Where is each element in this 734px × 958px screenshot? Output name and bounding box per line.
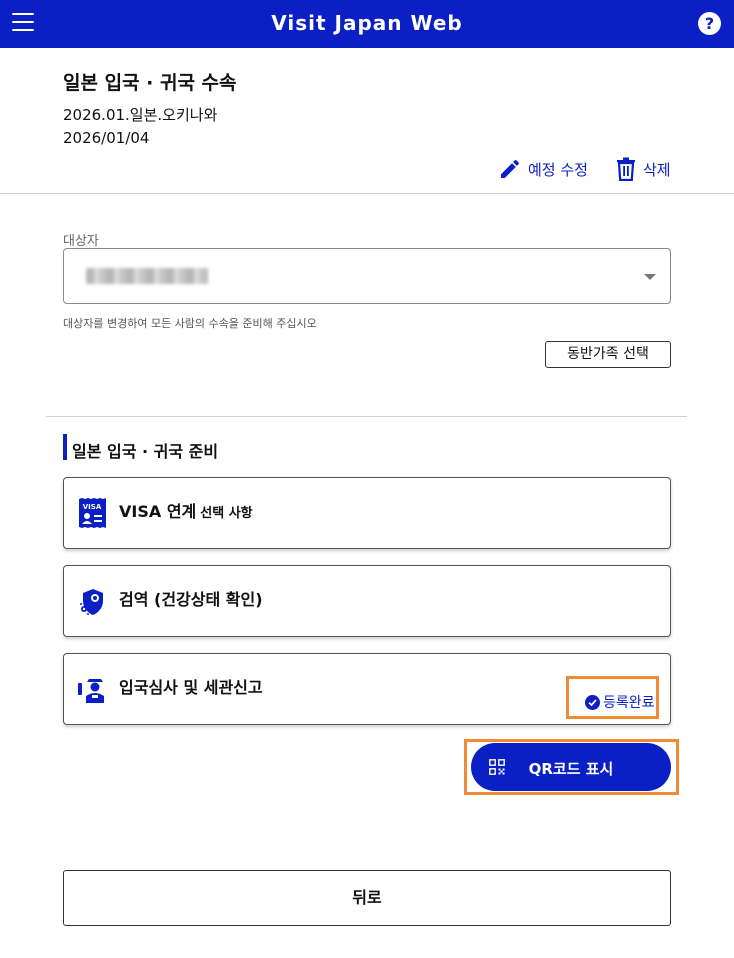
divider bbox=[0, 193, 734, 194]
visa-card-title: VISA 연계 bbox=[119, 502, 197, 521]
show-qr-code-button[interactable]: QR코드 표시 bbox=[471, 743, 671, 791]
show-qr-code-label: QR코드 표시 bbox=[528, 760, 614, 778]
plan-date: 2026/01/04 bbox=[63, 129, 150, 147]
pencil-icon bbox=[501, 159, 520, 178]
section-accent-bar bbox=[63, 434, 67, 460]
dropdown-caret-icon bbox=[644, 274, 656, 280]
plan-name: 2026.01.일본.오키나와 bbox=[63, 106, 218, 124]
immigration-card-label: 입국심사 및 세관신고 bbox=[119, 678, 263, 697]
trash-icon bbox=[617, 157, 635, 181]
divider bbox=[46, 416, 687, 417]
target-person-select[interactable] bbox=[63, 248, 671, 304]
help-icon[interactable]: ? bbox=[698, 12, 721, 35]
delete-plan-label: 삭제 bbox=[643, 160, 671, 179]
page-title: 일본 입국 · 귀국 수속 bbox=[63, 72, 237, 94]
target-person-help-text: 대상자를 변경하여 모든 사람의 수속을 준비해 주십시오 bbox=[63, 317, 317, 330]
immigration-officer-icon bbox=[78, 679, 104, 703]
optional-tag: 선택 사항 bbox=[200, 506, 253, 521]
back-button[interactable]: 뒤로 bbox=[63, 870, 671, 926]
blurred-person-name bbox=[86, 268, 208, 284]
quarantine-card-label: 검역 (건강상태 확인) bbox=[119, 590, 263, 609]
section-title: 일본 입국 · 귀국 준비 bbox=[72, 442, 219, 461]
app-title: Visit Japan Web bbox=[271, 11, 463, 35]
delete-plan-button[interactable]: 삭제 bbox=[615, 157, 671, 181]
edit-plan-button[interactable]: 예정 수정 bbox=[498, 157, 588, 181]
visa-link-card[interactable]: VISA VISA 연계 선택 사항 bbox=[63, 477, 671, 549]
visa-card-icon: VISA bbox=[79, 498, 106, 528]
top-app-bar: Visit Japan Web ? bbox=[0, 0, 734, 48]
check-circle-icon bbox=[585, 694, 600, 710]
registered-status-badge: 등록완료 bbox=[585, 692, 655, 712]
registered-status-label: 등록완료 bbox=[603, 695, 655, 711]
edit-plan-label: 예정 수정 bbox=[528, 160, 588, 179]
select-family-button[interactable]: 동반가족 선택 bbox=[545, 341, 671, 368]
quarantine-card[interactable]: 검역 (건강상태 확인) bbox=[63, 565, 671, 637]
target-person-label: 대상자 bbox=[63, 234, 99, 249]
svg-text:VISA: VISA bbox=[83, 503, 102, 511]
virus-shield-icon bbox=[80, 589, 103, 615]
visa-card-label: VISA 연계 선택 사항 bbox=[119, 498, 253, 522]
